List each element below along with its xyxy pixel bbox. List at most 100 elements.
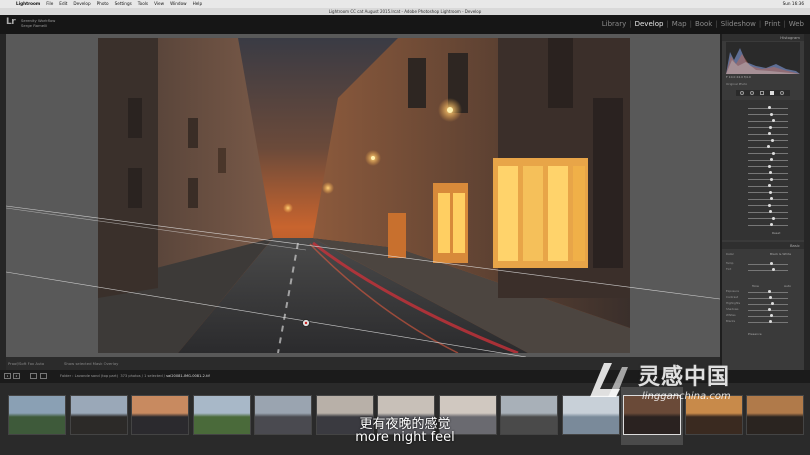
filter-slider[interactable] — [726, 197, 800, 201]
slider-knob[interactable] — [768, 164, 771, 168]
menu-app[interactable]: Lightroom — [16, 1, 40, 6]
filter-slider[interactable] — [726, 112, 800, 117]
slider-knob[interactable] — [770, 158, 773, 161]
slider-track[interactable] — [748, 120, 788, 122]
slider-track[interactable] — [748, 153, 788, 154]
filter-slider[interactable] — [726, 190, 800, 195]
slider-knob[interactable] — [772, 151, 775, 155]
image-workspace[interactable] — [6, 34, 720, 357]
treatment-color[interactable]: Color — [726, 252, 734, 256]
filter-slider[interactable] — [726, 132, 800, 136]
basic-slider-exposure[interactable]: Exposure — [726, 289, 800, 294]
slider-knob[interactable] — [768, 132, 771, 135]
slider-track[interactable] — [748, 297, 788, 299]
slider-knob[interactable] — [770, 223, 773, 226]
menu-help[interactable]: Help — [193, 1, 203, 6]
slider-knob[interactable] — [769, 190, 772, 194]
red-eye-icon[interactable] — [760, 91, 764, 95]
tool-strip[interactable] — [736, 90, 790, 96]
slider-knob[interactable] — [768, 290, 771, 293]
module-print[interactable]: Print — [764, 20, 780, 28]
slider-track[interactable] — [748, 198, 788, 200]
menu-develop[interactable]: Develop — [73, 1, 90, 6]
slider-knob[interactable] — [769, 296, 772, 299]
slider-knob[interactable] — [769, 210, 772, 213]
module-web[interactable]: Web — [789, 20, 804, 28]
basic-slider-blacks[interactable]: Blacks — [726, 319, 800, 324]
slider-knob[interactable] — [768, 106, 771, 109]
basic-slider-temp[interactable]: Temp — [726, 261, 800, 266]
menu-file[interactable]: File — [46, 1, 53, 6]
slider-track[interactable] — [748, 140, 788, 141]
module-develop[interactable]: Develop — [635, 20, 664, 28]
menu-tools[interactable]: Tools — [138, 1, 148, 6]
basic-slider-tint[interactable]: Tint — [726, 267, 800, 272]
slider-knob[interactable] — [771, 138, 774, 142]
basic-header[interactable]: Basic — [722, 242, 804, 249]
slider-knob[interactable] — [769, 320, 772, 323]
filter-slider[interactable] — [726, 216, 800, 221]
graduated-filter-icon[interactable] — [770, 91, 774, 95]
slider-knob[interactable] — [769, 171, 772, 174]
page-1-button[interactable]: 1 — [4, 373, 11, 379]
module-map[interactable]: Map — [672, 20, 687, 28]
filter-slider[interactable] — [726, 151, 800, 156]
back-arrow-icon[interactable] — [40, 373, 47, 379]
menu-view[interactable]: View — [154, 1, 164, 6]
slider-knob[interactable] — [770, 197, 773, 200]
slider-knob[interactable] — [770, 262, 773, 265]
slider-track[interactable] — [748, 172, 788, 174]
basic-slider-shadows[interactable]: Shadows — [726, 307, 800, 312]
filter-slider[interactable] — [726, 138, 800, 143]
filter-slider[interactable] — [726, 145, 800, 149]
slider-track[interactable] — [748, 315, 788, 317]
treatment-bw[interactable]: Black & White — [770, 252, 791, 256]
slider-knob[interactable] — [772, 216, 775, 220]
slider-knob[interactable] — [768, 308, 771, 311]
filter-slider[interactable] — [726, 164, 800, 169]
histogram-graph[interactable] — [726, 42, 800, 74]
filter-slider[interactable] — [726, 223, 800, 227]
filter-slider[interactable] — [726, 210, 800, 214]
mask-overlay-note[interactable]: Show selected Mask Overlay — [64, 361, 118, 366]
slider-track[interactable] — [748, 303, 788, 305]
spot-removal-icon[interactable] — [750, 91, 754, 95]
slider-track[interactable] — [748, 159, 788, 161]
histogram-header[interactable]: Histogram — [722, 34, 804, 41]
reset-button[interactable]: Reset — [772, 231, 780, 235]
slider-track[interactable] — [748, 321, 788, 323]
module-book[interactable]: Book — [695, 20, 712, 28]
slider-track[interactable] — [748, 179, 788, 180]
grid-view-icon[interactable] — [30, 373, 37, 379]
basic-slider-whites[interactable]: Whites — [726, 313, 800, 318]
right-panel-edge[interactable] — [804, 34, 810, 370]
filter-slider[interactable] — [726, 106, 800, 110]
module-slideshow[interactable]: Slideshow — [721, 20, 756, 28]
original-photo-label[interactable]: Original Photo — [726, 82, 747, 86]
slider-track[interactable] — [748, 192, 788, 193]
filter-slider[interactable] — [726, 119, 800, 123]
crop-tool-icon[interactable] — [740, 91, 744, 95]
slider-track[interactable] — [748, 218, 788, 219]
menu-photo[interactable]: Photo — [97, 1, 109, 6]
basic-slider-contrast[interactable]: Contrast — [726, 295, 800, 300]
graduated-filter-lines[interactable] — [6, 34, 720, 357]
slider-knob[interactable] — [770, 112, 773, 116]
menu-window[interactable]: Window — [170, 1, 187, 6]
slider-knob[interactable] — [768, 184, 771, 187]
slider-knob[interactable] — [771, 302, 774, 305]
slider-track[interactable] — [748, 224, 788, 226]
tone-auto-button[interactable]: Auto — [784, 284, 791, 288]
page-2-button[interactable]: 2 — [13, 373, 20, 379]
slider-knob[interactable] — [772, 119, 775, 122]
filmstrip-info[interactable]: Folder : Lavande sand (top part) 373 pho… — [60, 374, 210, 378]
filter-slider[interactable] — [726, 125, 800, 130]
brush-icon[interactable] — [780, 91, 784, 95]
filter-slider[interactable] — [726, 203, 800, 208]
slider-knob[interactable] — [770, 314, 773, 317]
filter-slider[interactable] — [726, 158, 800, 162]
basic-slider-highlights[interactable]: Highlights — [726, 301, 800, 306]
filter-slider[interactable] — [726, 184, 800, 188]
filter-slider[interactable] — [726, 177, 800, 182]
menu-edit[interactable]: Edit — [59, 1, 67, 6]
